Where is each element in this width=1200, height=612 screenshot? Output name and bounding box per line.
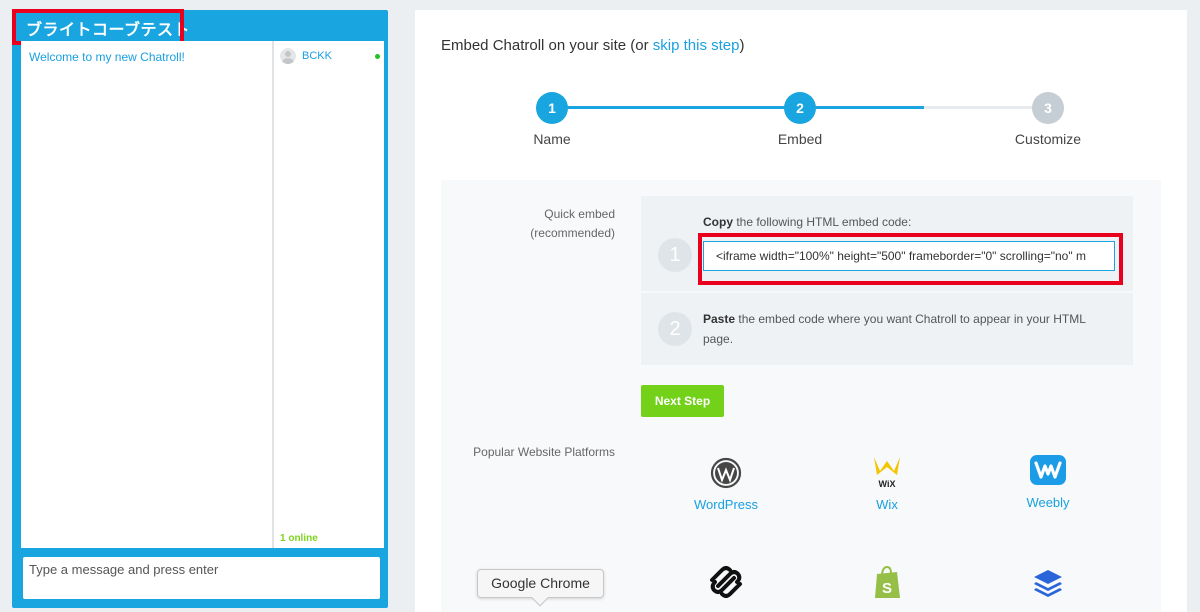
quick-embed-label: Quick embed (recommended) [505, 205, 615, 243]
embed-panel: Embed Chatroll on your site (or skip thi… [415, 10, 1187, 612]
chat-title-highlight [12, 9, 184, 45]
platform-layers[interactable] [988, 568, 1108, 600]
step-1-label: Name [533, 131, 571, 147]
platform-label: Wix [876, 497, 898, 512]
online-status-icon [375, 54, 380, 59]
page-title: Embed Chatroll on your site (or skip thi… [441, 37, 744, 54]
skip-step-link[interactable]: skip this step [653, 37, 740, 54]
platform-wordpress[interactable]: WordPress [666, 457, 786, 512]
shopify-icon: S [873, 565, 901, 598]
paste-step-number: 2 [658, 312, 692, 346]
message-input[interactable] [23, 557, 380, 599]
progress-line-pending [924, 106, 1048, 109]
copy-step-box: 1 Copy the following HTML embed code: [641, 196, 1133, 291]
platform-label: WordPress [693, 497, 759, 512]
quick-embed-title: Quick embed [544, 207, 615, 221]
svg-text:S: S [882, 580, 892, 597]
tooltip: Google Chrome [477, 569, 604, 598]
title-text: Embed Chatroll on your site (or [441, 37, 653, 54]
weebly-icon [1030, 455, 1066, 485]
paste-bold: Paste [703, 312, 736, 326]
platform-label: Weebly [1026, 495, 1070, 510]
online-count: 1 online [280, 533, 318, 544]
avatar-icon [280, 48, 296, 64]
progress-line-complete [552, 106, 924, 109]
message-pane: Welcome to my new Chatroll! [21, 41, 272, 548]
step-2-label: Embed [777, 131, 823, 147]
platform-weebly[interactable]: Weebly [988, 455, 1108, 510]
platform-wix[interactable]: WiX Wix [827, 455, 947, 512]
step-1-circle[interactable]: 1 [536, 92, 568, 124]
title-suffix: ) [739, 37, 745, 54]
platform-squarespace[interactable] [666, 566, 786, 598]
layers-icon [1032, 568, 1064, 600]
user-list: BCKK 1 online [272, 41, 384, 548]
embed-code-highlight [698, 233, 1123, 285]
step-3-label: Customize [1014, 131, 1082, 147]
platform-shopify[interactable]: S [827, 565, 947, 598]
paste-instruction: Paste the embed code where you want Chat… [703, 309, 1103, 349]
squarespace-icon [708, 566, 744, 598]
chat-widget: ブライトコーブテスト Welcome to my new Chatroll! B… [12, 9, 388, 608]
chat-message: Welcome to my new Chatroll! [29, 50, 185, 64]
svg-text:WiX: WiX [879, 479, 896, 489]
user-name[interactable]: BCKK [302, 50, 332, 62]
copy-instruction-text: the following HTML embed code: [733, 215, 912, 229]
copy-instruction: Copy the following HTML embed code: [703, 215, 911, 229]
user-list-item[interactable]: BCKK [280, 48, 380, 66]
step-3-circle[interactable]: 3 [1032, 92, 1064, 124]
copy-step-number: 1 [658, 238, 692, 272]
quick-embed-subtitle: (recommended) [530, 226, 615, 240]
wordpress-icon [710, 457, 742, 489]
paste-instruction-text: the embed code where you want Chatroll t… [703, 312, 1086, 346]
copy-bold: Copy [703, 215, 733, 229]
paste-step-box: 2 Paste the embed code where you want Ch… [641, 293, 1133, 365]
platforms-label: Popular Website Platforms [473, 445, 615, 459]
wix-icon: WiX [871, 455, 903, 489]
next-step-button[interactable]: Next Step [641, 385, 724, 417]
step-2-circle[interactable]: 2 [784, 92, 816, 124]
